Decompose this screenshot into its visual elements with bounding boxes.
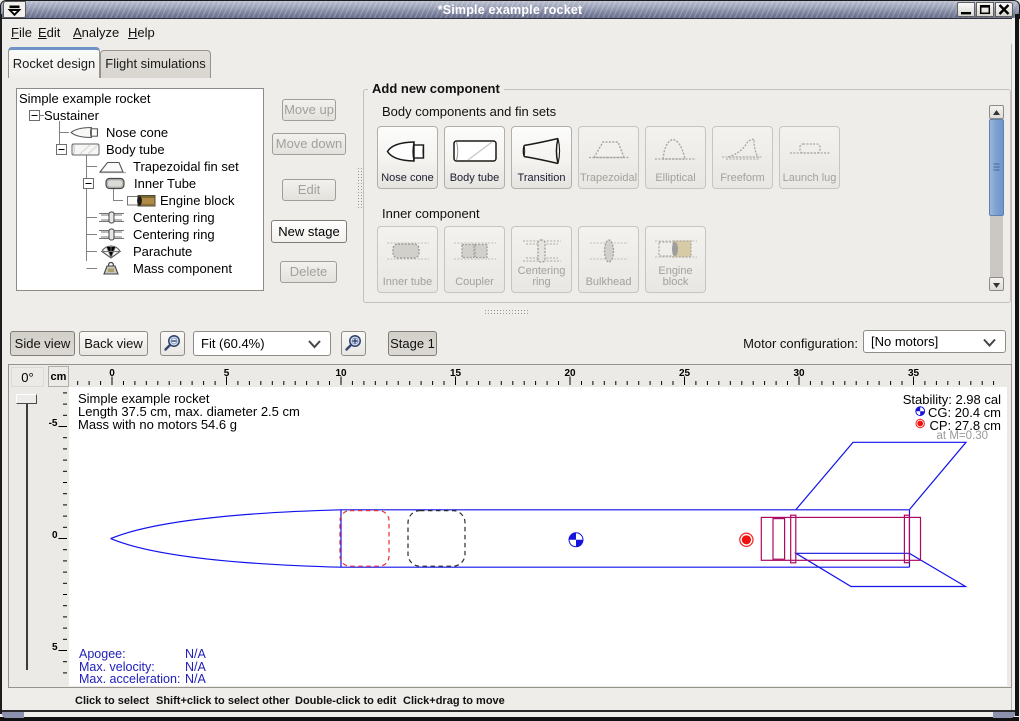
- svg-text:5: 5: [52, 642, 58, 653]
- svg-text:5: 5: [224, 368, 230, 379]
- svg-text:25: 25: [679, 368, 691, 379]
- svg-text:0: 0: [52, 530, 58, 541]
- svg-text:0: 0: [109, 368, 115, 379]
- svg-text:35: 35: [908, 368, 920, 379]
- svg-text:10: 10: [335, 368, 347, 379]
- svg-text:-5: -5: [49, 418, 58, 429]
- svg-text:15: 15: [450, 368, 462, 379]
- svg-text:30: 30: [793, 368, 805, 379]
- svg-text:20: 20: [564, 368, 576, 379]
